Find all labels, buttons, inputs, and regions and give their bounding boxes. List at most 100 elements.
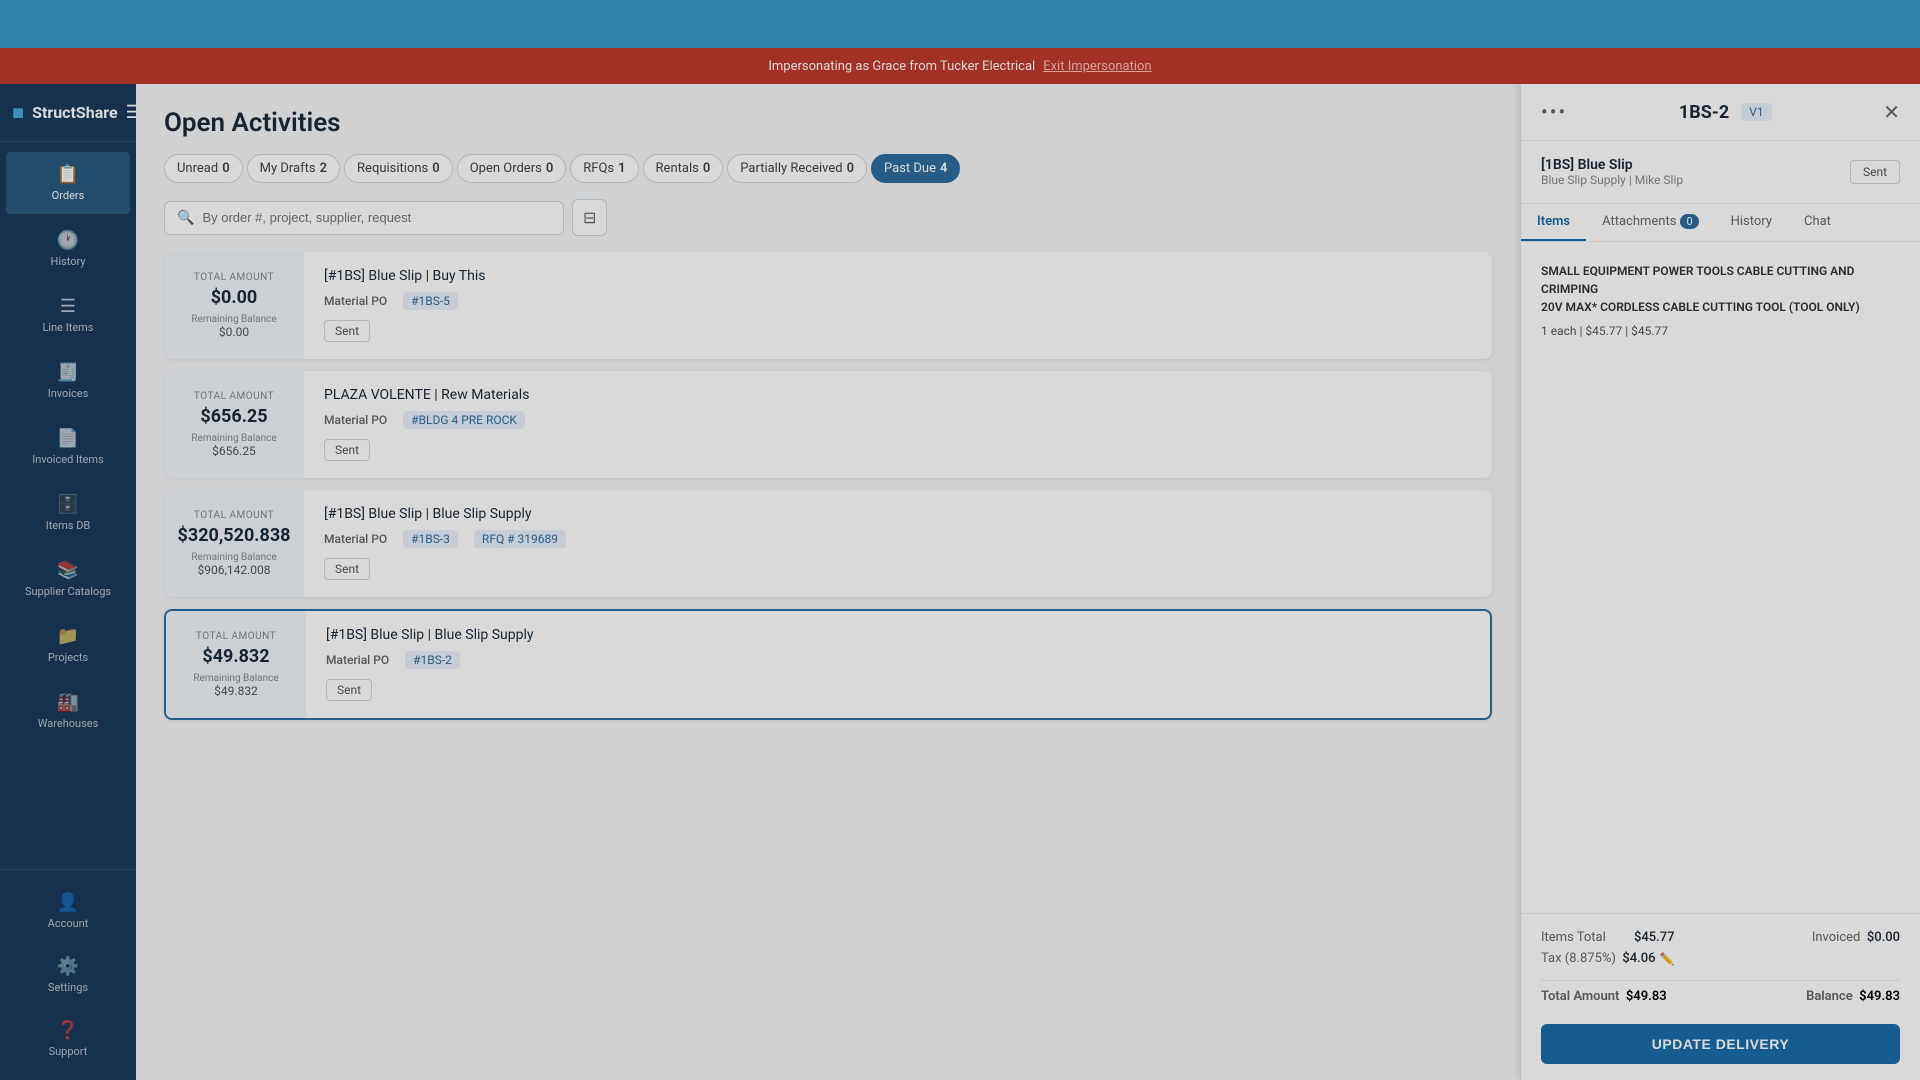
invoiced-items-icon: 📄 (57, 428, 79, 449)
sidebar-label-settings: Settings (48, 981, 88, 994)
support-icon: ❓ (57, 1020, 79, 1041)
order-card-3[interactable]: TOTAL AMOUNT $320,520.838 Remaining Bala… (164, 490, 1492, 597)
right-panel: ••• 1BS-2 V1 ✕ [1BS] Blue Slip Blue Slip… (1520, 84, 1920, 1080)
footer-items-total-label: Items Total (1541, 930, 1606, 945)
order-total-label-3: TOTAL AMOUNT (194, 510, 274, 521)
footer-invoiced-label: Invoiced (1812, 930, 1861, 945)
footer-tax-label: Tax (8.875%) (1541, 951, 1616, 966)
tab-unread-label: Unread (177, 161, 218, 176)
tab-past-due[interactable]: Past Due 4 (871, 154, 960, 183)
order-remaining-label-3: Remaining Balance (191, 552, 276, 563)
panel-tab-history[interactable]: History (1715, 204, 1788, 241)
tab-requisitions-count: 0 (432, 161, 439, 176)
order-meta-4: Material PO #1BS-2 (326, 651, 1470, 669)
sidebar-item-invoices[interactable]: 🧾 Invoices (6, 350, 130, 412)
sidebar-label-invoices: Invoices (48, 387, 89, 400)
panel-order-id: 1BS-2 (1679, 102, 1729, 123)
sidebar-item-items-db[interactable]: 🗄️ Items DB (6, 482, 130, 544)
panel-tab-attachments[interactable]: Attachments 0 (1586, 204, 1715, 241)
sidebar-label-account: Account (48, 917, 89, 930)
tab-partially-received[interactable]: Partially Received 0 (727, 154, 867, 183)
tab-my-drafts-count: 2 (320, 161, 327, 176)
sidebar-item-supplier-catalogs[interactable]: 📚 Supplier Catalogs (6, 548, 130, 610)
panel-tab-items[interactable]: Items (1521, 204, 1586, 241)
items-db-icon: 🗄️ (57, 494, 79, 515)
sidebar-item-line-items[interactable]: ☰ Line Items (6, 284, 130, 346)
tab-rentals[interactable]: Rentals 0 (643, 154, 724, 183)
order-total-value-3: $320,520.838 (178, 525, 291, 546)
main-header: Open Activities (136, 84, 1520, 154)
tab-my-drafts[interactable]: My Drafts 2 (247, 154, 340, 183)
sidebar-label-line-items: Line Items (43, 321, 94, 334)
item-detail: 1 each | $45.77 | $45.77 (1541, 324, 1900, 338)
footer-total-value: $49.83 (1626, 989, 1667, 1004)
tab-rfqs-label: RFQs (583, 161, 614, 176)
sidebar-item-invoiced-items[interactable]: 📄 Invoiced Items (6, 416, 130, 478)
line-items-icon: ☰ (60, 296, 76, 317)
filter-button[interactable]: ⊟ (572, 199, 607, 236)
tab-past-due-count: 4 (940, 161, 947, 176)
order-card-4[interactable]: TOTAL AMOUNT $49.832 Remaining Balance $… (164, 609, 1492, 720)
item-description: SMALL EQUIPMENT POWER TOOLS CABLE CUTTIN… (1541, 262, 1900, 316)
panel-tab-items-label: Items (1537, 214, 1570, 229)
order-status-1: Sent (324, 320, 370, 342)
tab-unread[interactable]: Unread 0 (164, 154, 243, 183)
panel-order-sub: Blue Slip Supply | Mike Slip (1541, 173, 1683, 187)
tax-edit-icon[interactable]: ✏️ (1660, 952, 1675, 966)
search-input-wrap: 🔍 (164, 201, 564, 235)
order-title-2: PLAZA VOLENTE | Rew Materials (324, 387, 1472, 403)
sidebar-bottom: 👤 Account ⚙️ Settings ❓ Support (0, 869, 136, 1080)
order-details-4: [#1BS] Blue Slip | Blue Slip Supply Mate… (306, 611, 1490, 718)
sidebar-item-orders[interactable]: 📋 Orders (6, 152, 130, 214)
update-delivery-button[interactable]: UPDATE DELIVERY (1541, 1024, 1900, 1064)
order-status-4: Sent (326, 679, 372, 701)
page-title: Open Activities (164, 108, 1492, 138)
panel-tab-chat[interactable]: Chat (1788, 204, 1847, 241)
tab-rentals-count: 0 (703, 161, 710, 176)
panel-tab-history-label: History (1731, 214, 1772, 229)
order-card-1[interactable]: TOTAL AMOUNT $0.00 Remaining Balance $0.… (164, 252, 1492, 359)
order-details-3: [#1BS] Blue Slip | Blue Slip Supply Mate… (304, 490, 1492, 597)
order-card-2[interactable]: TOTAL AMOUNT $656.25 Remaining Balance $… (164, 371, 1492, 478)
sidebar-item-account[interactable]: 👤 Account (6, 880, 130, 942)
order-meta-2: Material PO #BLDG 4 PRE ROCK (324, 411, 1472, 429)
order-remaining-value-1: $0.00 (219, 325, 249, 339)
sidebar-item-history[interactable]: 🕐 History (6, 218, 130, 280)
settings-icon: ⚙️ (57, 956, 79, 977)
impersonation-banner: Impersonating as Grace from Tucker Elect… (0, 48, 1920, 84)
order-meta-3: Material PO #1BS-3 RFQ # 319689 (324, 530, 1472, 548)
tab-open-orders[interactable]: Open Orders 0 (457, 154, 567, 183)
sidebar-label-orders: Orders (52, 189, 85, 202)
order-remaining-label-4: Remaining Balance (193, 673, 278, 684)
order-details-1: [#1BS] Blue Slip | Buy This Material PO … (304, 252, 1492, 359)
order-remaining-label-2: Remaining Balance (191, 433, 276, 444)
orders-icon: 📋 (57, 164, 79, 185)
panel-tab-attachments-label: Attachments (1602, 214, 1676, 229)
sidebar-item-settings[interactable]: ⚙️ Settings (6, 944, 130, 1006)
supplier-catalogs-icon: 📚 (57, 560, 79, 581)
order-details-2: PLAZA VOLENTE | Rew Materials Material P… (304, 371, 1492, 478)
sidebar-label-invoiced-items: Invoiced Items (32, 453, 104, 466)
panel-info-text: [1BS] Blue Slip Blue Slip Supply | Mike … (1541, 157, 1683, 187)
order-title-3: [#1BS] Blue Slip | Blue Slip Supply (324, 506, 1472, 522)
tab-rfqs[interactable]: RFQs 1 (570, 154, 638, 183)
account-icon: 👤 (57, 892, 79, 913)
footer-balance-row: Balance $49.83 (1806, 989, 1900, 1004)
sidebar-item-projects[interactable]: 📁 Projects (6, 614, 130, 676)
exit-impersonation-link[interactable]: Exit Impersonation (1043, 59, 1151, 74)
panel-version: V1 (1741, 103, 1771, 121)
footer-divider (1541, 980, 1900, 981)
impersonation-message: Impersonating as Grace from Tucker Elect… (768, 59, 1035, 74)
footer-items-total-value: $45.77 (1634, 930, 1675, 945)
order-remaining-label-1: Remaining Balance (191, 314, 276, 325)
order-title-1: [#1BS] Blue Slip | Buy This (324, 268, 1472, 284)
main-content: Open Activities Unread 0 My Drafts 2 Req… (136, 84, 1520, 1080)
order-remaining-value-4: $49.832 (214, 684, 258, 698)
sidebar-item-support[interactable]: ❓ Support (6, 1008, 130, 1070)
search-input[interactable] (202, 210, 551, 225)
sidebar-nav: 📋 Orders 🕐 History ☰ Line Items 🧾 Invoic… (0, 142, 136, 869)
panel-close-button[interactable]: ✕ (1883, 100, 1900, 124)
sidebar-item-warehouses[interactable]: 🏭 Warehouses (6, 680, 130, 742)
panel-more-button[interactable]: ••• (1541, 100, 1567, 124)
tab-requisitions[interactable]: Requisitions 0 (344, 154, 453, 183)
